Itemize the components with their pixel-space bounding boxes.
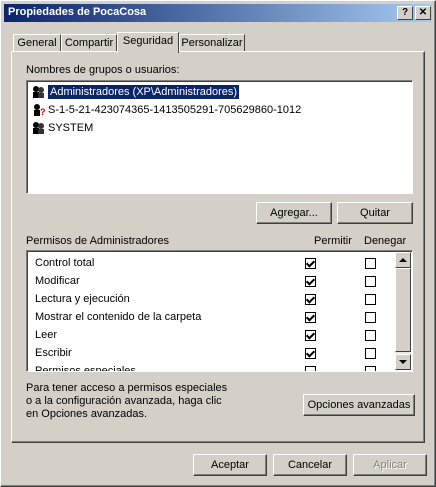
user-item-system[interactable]: SYSTEM bbox=[31, 119, 93, 137]
deny-checkbox[interactable] bbox=[365, 294, 376, 305]
permission-row: Lectura y ejecución bbox=[35, 293, 130, 305]
allow-checkbox[interactable] bbox=[305, 258, 316, 269]
deny-header: Denegar bbox=[364, 235, 407, 247]
arrow-down-icon bbox=[399, 360, 407, 364]
unknown-user-icon: ? bbox=[31, 103, 46, 117]
allow-checkbox[interactable] bbox=[305, 276, 316, 287]
close-button[interactable]: ✕ bbox=[415, 6, 431, 20]
user-item-label: Administradores (XP\Administradores) bbox=[48, 85, 240, 99]
tab-personalizar[interactable]: Personalizar bbox=[179, 34, 245, 51]
window-title: Propiedades de PocaCosa bbox=[8, 6, 147, 18]
deny-checkbox[interactable] bbox=[365, 366, 376, 371]
svg-text:?: ? bbox=[40, 107, 46, 117]
remove-button[interactable]: Quitar bbox=[337, 202, 413, 224]
title-bar[interactable]: Propiedades de PocaCosa ? ✕ bbox=[4, 4, 432, 22]
scroll-down-button[interactable] bbox=[395, 354, 411, 370]
user-item-sid[interactable]: ? S-1-5-21-423074365-1413505291-70562986… bbox=[31, 101, 301, 119]
security-panel: Nombres de grupos o usuarios: Administra… bbox=[11, 51, 425, 443]
permission-row: Modificar bbox=[35, 275, 80, 287]
permission-row: Permisos especiales bbox=[35, 365, 136, 372]
permission-row: Escribir bbox=[35, 347, 72, 359]
deny-checkbox[interactable] bbox=[365, 330, 376, 341]
allow-checkbox[interactable] bbox=[305, 366, 316, 371]
add-button[interactable]: Agregar... bbox=[256, 202, 332, 224]
allow-checkbox[interactable] bbox=[305, 330, 316, 341]
user-item-label: S-1-5-21-423074365-1413505291-705629860-… bbox=[48, 104, 302, 116]
user-item-label: SYSTEM bbox=[48, 122, 94, 134]
permission-row: Mostrar el contenido de la carpeta bbox=[35, 311, 202, 323]
arrow-up-icon bbox=[399, 258, 407, 262]
users-label: Nombres de grupos o usuarios: bbox=[26, 64, 180, 76]
deny-checkbox[interactable] bbox=[365, 258, 376, 269]
deny-checkbox[interactable] bbox=[365, 276, 376, 287]
deny-checkbox[interactable] bbox=[365, 312, 376, 323]
help-button[interactable]: ? bbox=[397, 6, 413, 20]
scroll-thumb[interactable] bbox=[395, 268, 411, 352]
users-list[interactable]: Administradores (XP\Administradores) ? S… bbox=[26, 80, 413, 194]
apply-button[interactable]: Aplicar bbox=[353, 454, 427, 476]
permission-row: Leer bbox=[35, 329, 58, 341]
permission-row: Control total bbox=[35, 257, 95, 269]
group-icon bbox=[31, 121, 46, 135]
user-item-administradores[interactable]: Administradores (XP\Administradores) bbox=[31, 83, 240, 101]
tab-general[interactable]: General bbox=[13, 34, 61, 51]
scroll-up-button[interactable] bbox=[395, 252, 411, 268]
allow-checkbox[interactable] bbox=[305, 294, 316, 305]
cancel-button[interactable]: Cancelar bbox=[273, 454, 347, 476]
info-line: o a la configuración avanzada, haga clic bbox=[26, 395, 222, 407]
info-line: Para tener acceso a permisos especiales bbox=[26, 382, 228, 394]
group-icon bbox=[31, 85, 46, 99]
advanced-info-text: Para tener acceso a permisos especiales … bbox=[26, 382, 227, 421]
tab-seguridad[interactable]: Seguridad bbox=[117, 32, 179, 53]
ok-button[interactable]: Aceptar bbox=[193, 454, 267, 476]
permissions-label: Permisos de Administradores bbox=[26, 235, 170, 247]
properties-dialog: Propiedades de PocaCosa ? ✕ General Comp… bbox=[0, 0, 436, 487]
permissions-list[interactable]: Control total Modificar Lectura y ejecuc… bbox=[26, 250, 413, 372]
permissions-scrollbar[interactable] bbox=[395, 252, 411, 370]
deny-checkbox[interactable] bbox=[365, 348, 376, 359]
allow-checkbox[interactable] bbox=[305, 312, 316, 323]
tab-compartir[interactable]: Compartir bbox=[61, 34, 117, 51]
advanced-options-button[interactable]: Opciones avanzadas bbox=[303, 394, 415, 416]
allow-checkbox[interactable] bbox=[305, 348, 316, 359]
info-line: en Opciones avanzadas. bbox=[26, 408, 148, 420]
allow-header: Permitir bbox=[314, 235, 352, 247]
